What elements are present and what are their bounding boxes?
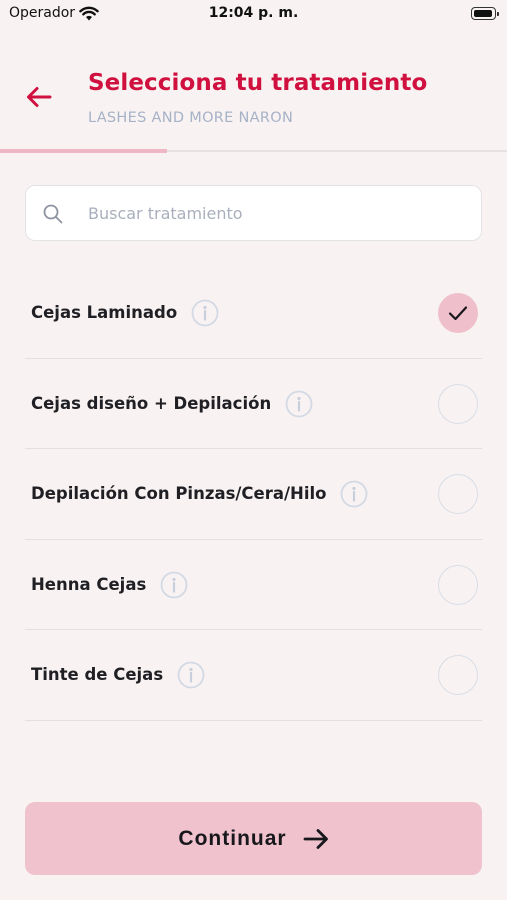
treatment-label: Henna Cejas <box>31 574 147 594</box>
treatment-select-toggle[interactable] <box>438 564 478 605</box>
treatment-select-toggle[interactable] <box>438 383 478 424</box>
continue-button[interactable]: Continuar <box>25 802 482 875</box>
info-icon[interactable] <box>285 390 313 418</box>
status-bar: Operador 12:04 p. m. <box>0 0 507 30</box>
info-icon[interactable] <box>177 661 205 689</box>
treatment-label: Depilación Con Pinzas/Cera/Hilo <box>31 484 327 503</box>
treatment-row[interactable]: Tinte de Cejas <box>25 630 482 721</box>
arrow-left-icon <box>27 87 52 107</box>
info-icon[interactable] <box>191 299 219 327</box>
search-input[interactable] <box>88 196 468 230</box>
check-icon <box>448 306 468 321</box>
treatment-row[interactable]: Cejas Laminado <box>25 268 482 359</box>
treatment-select-toggle[interactable] <box>438 293 478 333</box>
treatment-list: Cejas Laminado Cejas diseño + Depilación D… <box>25 268 482 721</box>
search-icon <box>42 203 64 229</box>
back-button[interactable] <box>22 80 56 114</box>
clock-label: 12:04 p. m. <box>208 5 299 21</box>
treatment-row[interactable]: Cejas diseño + Depilación <box>25 359 482 449</box>
arrow-right-icon <box>303 828 328 849</box>
treatment-select-toggle[interactable] <box>438 474 478 514</box>
info-icon[interactable] <box>340 480 368 508</box>
treatment-select-toggle[interactable] <box>438 655 478 695</box>
progress-bar <box>0 149 168 153</box>
search-box[interactable] <box>25 185 482 241</box>
treatment-row[interactable]: Depilación Con Pinzas/Cera/Hilo <box>25 449 482 540</box>
treatment-label: Tinte de Cejas <box>31 665 164 684</box>
treatment-label: Cejas Laminado <box>31 303 178 322</box>
continue-label: Continuar <box>178 826 287 850</box>
page-title: Selecciona tu tratamiento <box>88 70 428 96</box>
battery-icon <box>471 7 499 20</box>
business-name: LASHES AND MORE NARON <box>88 110 294 126</box>
treatment-label: Cejas diseño + Depilación <box>31 393 272 413</box>
info-icon[interactable] <box>160 571 188 599</box>
treatment-row[interactable]: Henna Cejas <box>25 540 482 630</box>
